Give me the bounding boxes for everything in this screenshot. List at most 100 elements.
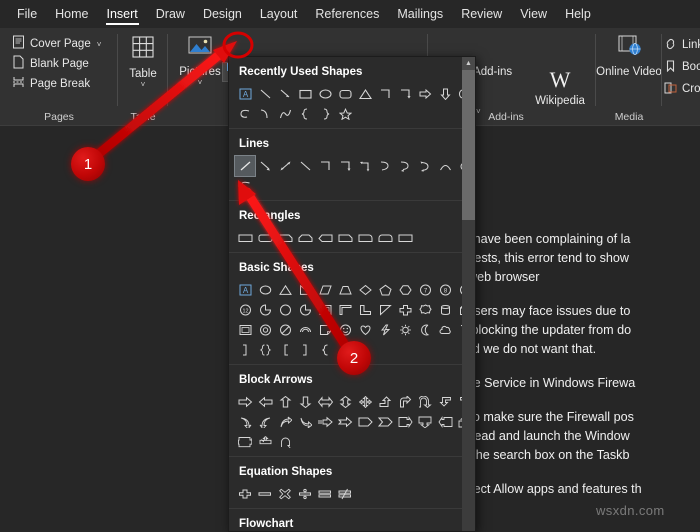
tab-draw[interactable]: Draw <box>147 0 194 28</box>
shape-curved-up-arrow[interactable] <box>275 412 295 432</box>
shape-l-shape[interactable] <box>355 300 375 320</box>
shape-equal[interactable] <box>315 484 335 504</box>
shape-elbow-double-arrow[interactable] <box>355 156 375 176</box>
blank-page-button[interactable]: Blank Page <box>8 54 105 74</box>
shape-chevron-arrow[interactable] <box>375 412 395 432</box>
shape-elbow-arrow[interactable] <box>395 84 415 104</box>
shape-bevel[interactable] <box>235 320 255 340</box>
shape-left-right-arrow-callout[interactable] <box>235 432 255 452</box>
shape-curved-arrow[interactable] <box>395 156 415 176</box>
cross-reference-button[interactable]: Cro <box>664 78 700 100</box>
shape-not-equal[interactable] <box>335 484 355 504</box>
shape-seal[interactable] <box>415 300 435 320</box>
shape-left-brace[interactable] <box>315 340 335 360</box>
tab-insert[interactable]: Insert <box>98 0 147 28</box>
shape-elbow-arrow-1[interactable] <box>435 392 455 412</box>
shape-line-selected[interactable] <box>234 155 256 177</box>
shape-scribble[interactable] <box>235 104 255 124</box>
shape-elbow-connector[interactable] <box>315 156 335 176</box>
shape-scribble[interactable] <box>235 176 255 196</box>
shape-sun[interactable] <box>395 320 415 340</box>
shape-right-triangle[interactable] <box>295 280 315 300</box>
link-button[interactable]: Link <box>664 34 700 56</box>
shape-left-bracket[interactable] <box>275 340 295 360</box>
pictures-button[interactable]: Pictures ˅ <box>172 28 228 87</box>
shape-oval[interactable] <box>315 84 335 104</box>
shape-left-brace[interactable] <box>295 104 315 124</box>
shape-moon[interactable] <box>415 320 435 340</box>
shape-curved-connector[interactable] <box>375 156 395 176</box>
tab-file[interactable]: File <box>8 0 46 28</box>
wikipedia-button[interactable]: W Wikipedia <box>528 62 592 108</box>
shape-hexagon[interactable] <box>395 280 415 300</box>
tab-review[interactable]: Review <box>452 0 511 28</box>
shape-right-bracket[interactable] <box>235 340 255 360</box>
shape-elbow-arrow[interactable] <box>335 156 355 176</box>
shape-oval[interactable] <box>255 280 275 300</box>
shape-round-same-side[interactable] <box>375 228 395 248</box>
shape-chord[interactable] <box>275 300 295 320</box>
page-break-button[interactable]: Page Break <box>8 74 105 94</box>
shape-snip-diagonal[interactable] <box>315 228 335 248</box>
shape-rect[interactable] <box>235 228 255 248</box>
shape-heart[interactable] <box>355 320 375 340</box>
shape-snip-single-corner[interactable] <box>275 228 295 248</box>
shape-right-brace[interactable] <box>335 340 355 360</box>
shape-star-5[interactable] <box>335 104 355 124</box>
shape-double-arrow[interactable] <box>275 156 295 176</box>
chevron-down-icon[interactable]: ˅ <box>476 107 481 116</box>
shape-u-turn-arrow[interactable] <box>415 392 435 412</box>
shape-line-diagonal[interactable] <box>295 156 315 176</box>
shape-quad-arrow[interactable] <box>355 392 375 412</box>
shape-down-arrow[interactable] <box>295 392 315 412</box>
shape-down-arrow-callout[interactable] <box>415 412 435 432</box>
chevron-down-icon[interactable]: ˅ <box>141 81 146 89</box>
shape-curve[interactable] <box>275 104 295 124</box>
tab-view[interactable]: View <box>511 0 556 28</box>
cover-page-button[interactable]: Cover Page ˅ <box>8 34 105 54</box>
shape-parallelogram[interactable] <box>315 280 335 300</box>
table-button[interactable]: Table ˅ <box>115 28 171 89</box>
shape-left-right-arrow[interactable] <box>315 392 335 412</box>
shape-curved-double-arrow[interactable] <box>415 156 435 176</box>
shape-block-arc[interactable] <box>295 320 315 340</box>
shape-donut[interactable] <box>255 320 275 340</box>
shape-textbox[interactable]: A <box>235 280 255 300</box>
tab-references[interactable]: References <box>306 0 388 28</box>
tab-layout[interactable]: Layout <box>251 0 307 28</box>
shape-rounded-rectangle[interactable] <box>335 84 355 104</box>
shape-pentagon-arrow[interactable] <box>355 412 375 432</box>
shape-right-arrow-callout[interactable] <box>395 412 415 432</box>
tab-home[interactable]: Home <box>46 0 97 28</box>
online-video-button[interactable]: Online Video <box>596 28 662 78</box>
shape-lightning-bolt[interactable] <box>375 320 395 340</box>
tab-design[interactable]: Design <box>194 0 251 28</box>
scroll-up-arrow-icon[interactable]: ▲ <box>462 57 475 70</box>
shape-heptagon[interactable]: 7 <box>415 280 435 300</box>
shape-diagonal-stripe[interactable] <box>375 300 395 320</box>
shape-line-arrow[interactable] <box>275 84 295 104</box>
shape-round-single-corner[interactable] <box>355 228 375 248</box>
shape-down-arrow[interactable] <box>435 84 455 104</box>
chevron-down-icon[interactable]: ˅ <box>198 79 203 87</box>
shape-up-arrow[interactable] <box>275 392 295 412</box>
shapes-gallery-dropdown[interactable]: Recently Used Shapes A Lines Rectangles … <box>228 56 476 532</box>
shape-cylinder[interactable] <box>435 300 455 320</box>
shape-up-down-arrow[interactable] <box>335 392 355 412</box>
shape-curved-right-arrow[interactable] <box>235 412 255 432</box>
shape-textbox[interactable]: A <box>235 84 255 104</box>
scrollbar-thumb[interactable] <box>462 70 475 220</box>
shape-plus[interactable] <box>235 484 255 504</box>
shape-curved-left-arrow[interactable] <box>255 412 275 432</box>
shape-right-brace[interactable] <box>315 104 335 124</box>
shape-pie[interactable] <box>255 300 275 320</box>
shape-triangle[interactable] <box>275 280 295 300</box>
shape-frame[interactable] <box>315 300 335 320</box>
shape-left-arrow[interactable] <box>255 392 275 412</box>
shape-rounded-rect[interactable] <box>255 228 275 248</box>
shape-minus[interactable] <box>255 484 275 504</box>
shape-bent-arrow[interactable] <box>395 392 415 412</box>
shape-trapezoid[interactable] <box>335 280 355 300</box>
shape-no-symbol[interactable] <box>275 320 295 340</box>
shape-dodecagon[interactable]: 12 <box>235 300 255 320</box>
